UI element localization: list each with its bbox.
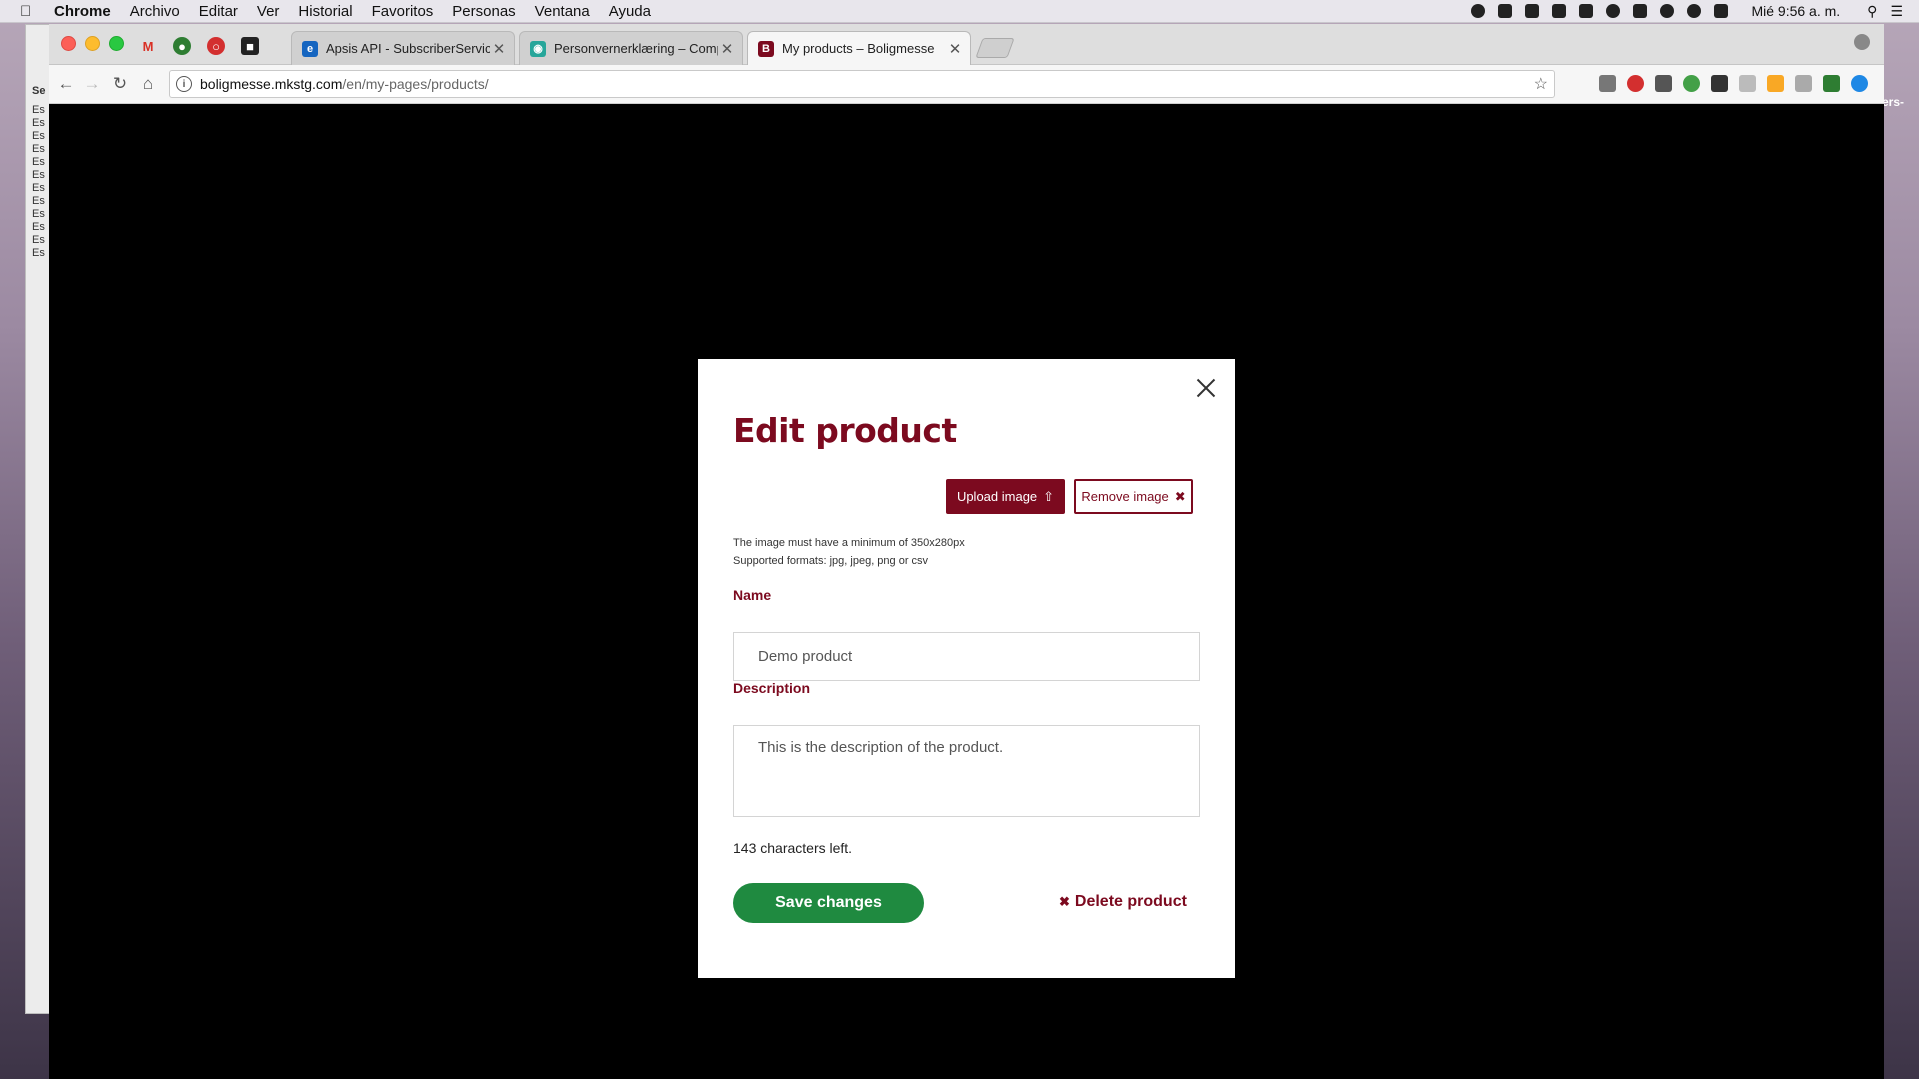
pinned-tab-3[interactable]: ○ xyxy=(201,34,231,58)
on-extension-icon[interactable] xyxy=(1823,75,1840,92)
hint-line-2: Supported formats: jpg, jpeg, png or csv xyxy=(733,555,929,567)
record-extension-icon[interactable] xyxy=(1627,75,1644,92)
browser-window: M ● ○ ■ e Apsis API - SubscriberService … xyxy=(49,24,1884,1079)
screenshot-icon[interactable] xyxy=(1655,75,1672,92)
home-icon[interactable]: ⌂ xyxy=(137,74,159,94)
off-extension-icon[interactable] xyxy=(1767,75,1784,92)
reload-icon[interactable]: ↻ xyxy=(109,74,131,94)
notification-center-icon[interactable]: ☰ xyxy=(1890,3,1903,20)
clock[interactable]: Mié 9:56 a. m. xyxy=(1751,3,1840,19)
tab-apsis[interactable]: e Apsis API - SubscriberService ✕ xyxy=(291,31,515,65)
remove-label: Remove image xyxy=(1081,489,1169,504)
tab-title: Apsis API - SubscriberService xyxy=(326,41,490,56)
back-icon[interactable]: ← xyxy=(55,74,77,94)
zoom-window-icon[interactable] xyxy=(109,36,124,51)
upload-image-button[interactable]: Upload image ⇧ xyxy=(946,479,1065,514)
info-icon[interactable]: i xyxy=(176,76,192,92)
tab-title: My products – Boligmesse xyxy=(782,41,935,56)
tab-title: Personvernerklæring – Compa xyxy=(554,41,718,56)
cloud-icon[interactable] xyxy=(1525,4,1540,18)
tab-my-products[interactable]: B My products – Boligmesse ✕ xyxy=(747,31,971,65)
dark-extension-icon[interactable] xyxy=(1711,75,1728,92)
new-tab-button[interactable] xyxy=(975,38,1015,58)
name-input[interactable]: Demo product xyxy=(733,632,1200,681)
pen-icon[interactable] xyxy=(1579,4,1594,18)
dropbox-icon[interactable] xyxy=(1498,4,1513,18)
delete-product-button[interactable]: ✖ Delete product xyxy=(1059,890,1187,914)
char-counter: 143 characters left. xyxy=(733,840,853,856)
cookie-icon: ◉ xyxy=(530,40,546,57)
volume-icon[interactable] xyxy=(1714,4,1729,18)
forward-icon[interactable]: → xyxy=(81,74,103,94)
eye-icon: ● xyxy=(173,37,191,55)
upload-label: Upload image xyxy=(956,489,1038,504)
close-tab-icon[interactable]: ✕ xyxy=(946,40,964,58)
bluetooth-icon[interactable] xyxy=(1660,4,1675,18)
code-extension-icon[interactable] xyxy=(1795,75,1812,92)
menu-editar[interactable]: Editar xyxy=(199,3,238,20)
chat-icon[interactable] xyxy=(1552,4,1567,18)
apsis-icon: e xyxy=(302,40,318,57)
browser-toolbar: ← → ↻ ⌂ i boligmesse.mkstg.com/en/my-pag… xyxy=(49,65,1884,104)
save-changes-button[interactable]: Save changes xyxy=(733,883,924,923)
name-label: Name xyxy=(733,587,772,603)
modal-title: Edit product xyxy=(733,411,957,450)
blue-extension-icon[interactable] xyxy=(1851,75,1868,92)
menu-app-name[interactable]: Chrome xyxy=(54,3,111,20)
pinned-tab-4[interactable]: ■ xyxy=(235,34,265,58)
close-modal-icon[interactable] xyxy=(1195,377,1217,399)
tab-personvern[interactable]: ◉ Personvernerklæring – Compa ✕ xyxy=(519,31,743,65)
gmail-icon: M xyxy=(142,38,154,54)
menu-personas[interactable]: Personas xyxy=(452,3,515,20)
green-extension-icon[interactable] xyxy=(1683,75,1700,92)
upload-icon: ⇧ xyxy=(1043,488,1055,504)
page-viewport: Edit product Upload image ⇧ Remove image… xyxy=(49,104,1884,1079)
close-tab-icon[interactable]: ✕ xyxy=(490,40,508,58)
window-controls xyxy=(61,36,124,51)
image-hint: The image must have a minimum of 350x280… xyxy=(733,534,965,570)
close-tab-icon[interactable]: ✕ xyxy=(718,40,736,58)
bg-right-text: ers- xyxy=(1882,95,1905,109)
pinned-tab-gmail[interactable]: M xyxy=(133,34,163,58)
glasses-icon[interactable] xyxy=(1606,4,1621,18)
pinned-tab-2[interactable]: ● xyxy=(167,34,197,58)
url-host: boligmesse.mkstg.com xyxy=(200,76,343,92)
profile-icon[interactable] xyxy=(1854,34,1870,50)
menu-ver[interactable]: Ver xyxy=(257,3,280,20)
tab-strip: M ● ○ ■ e Apsis API - SubscriberService … xyxy=(49,24,1884,65)
menu-bar:  Chrome Archivo Editar Ver Historial Fa… xyxy=(0,0,1919,23)
wifi-icon[interactable] xyxy=(1687,4,1702,18)
description-textarea[interactable]: This is the description of the product. xyxy=(733,725,1200,817)
menu-ventana[interactable]: Ventana xyxy=(535,3,590,20)
minimize-window-icon[interactable] xyxy=(85,36,100,51)
remove-image-button[interactable]: Remove image ✖ xyxy=(1074,479,1193,514)
menu-historial[interactable]: Historial xyxy=(298,3,352,20)
delete-label: Delete product xyxy=(1074,893,1187,910)
bookmark-star-icon[interactable]: ☆ xyxy=(1534,74,1548,94)
address-bar[interactable]: i boligmesse.mkstg.com/en/my-pages/produ… xyxy=(169,70,1555,98)
grid-extension-icon[interactable] xyxy=(1739,75,1756,92)
status-icons: Mié 9:56 a. m. ⚲ ☰ xyxy=(1471,0,1903,22)
cast-icon[interactable] xyxy=(1599,75,1616,92)
close-icon: ✖ xyxy=(1174,488,1186,504)
shield-icon[interactable] xyxy=(1633,4,1648,18)
spotlight-icon[interactable]: ⚲ xyxy=(1867,3,1877,20)
menu-favoritos[interactable]: Favoritos xyxy=(372,3,434,20)
edit-product-modal: Edit product Upload image ⇧ Remove image… xyxy=(698,359,1235,978)
boligmesse-icon: B xyxy=(758,40,774,57)
description-label: Description xyxy=(733,680,811,696)
apple-menu-icon[interactable]:  xyxy=(20,3,38,20)
skype-icon[interactable] xyxy=(1471,4,1486,18)
menu-ayuda[interactable]: Ayuda xyxy=(609,3,651,20)
app-icon: ■ xyxy=(241,37,259,55)
close-window-icon[interactable] xyxy=(61,36,76,51)
url-path: /en/my-pages/products/ xyxy=(342,76,489,92)
record-icon: ○ xyxy=(207,37,225,55)
hint-line-1: The image must have a minimum of 350x280… xyxy=(733,537,965,549)
delete-icon: ✖ xyxy=(1059,894,1070,909)
menu-archivo[interactable]: Archivo xyxy=(130,3,180,20)
